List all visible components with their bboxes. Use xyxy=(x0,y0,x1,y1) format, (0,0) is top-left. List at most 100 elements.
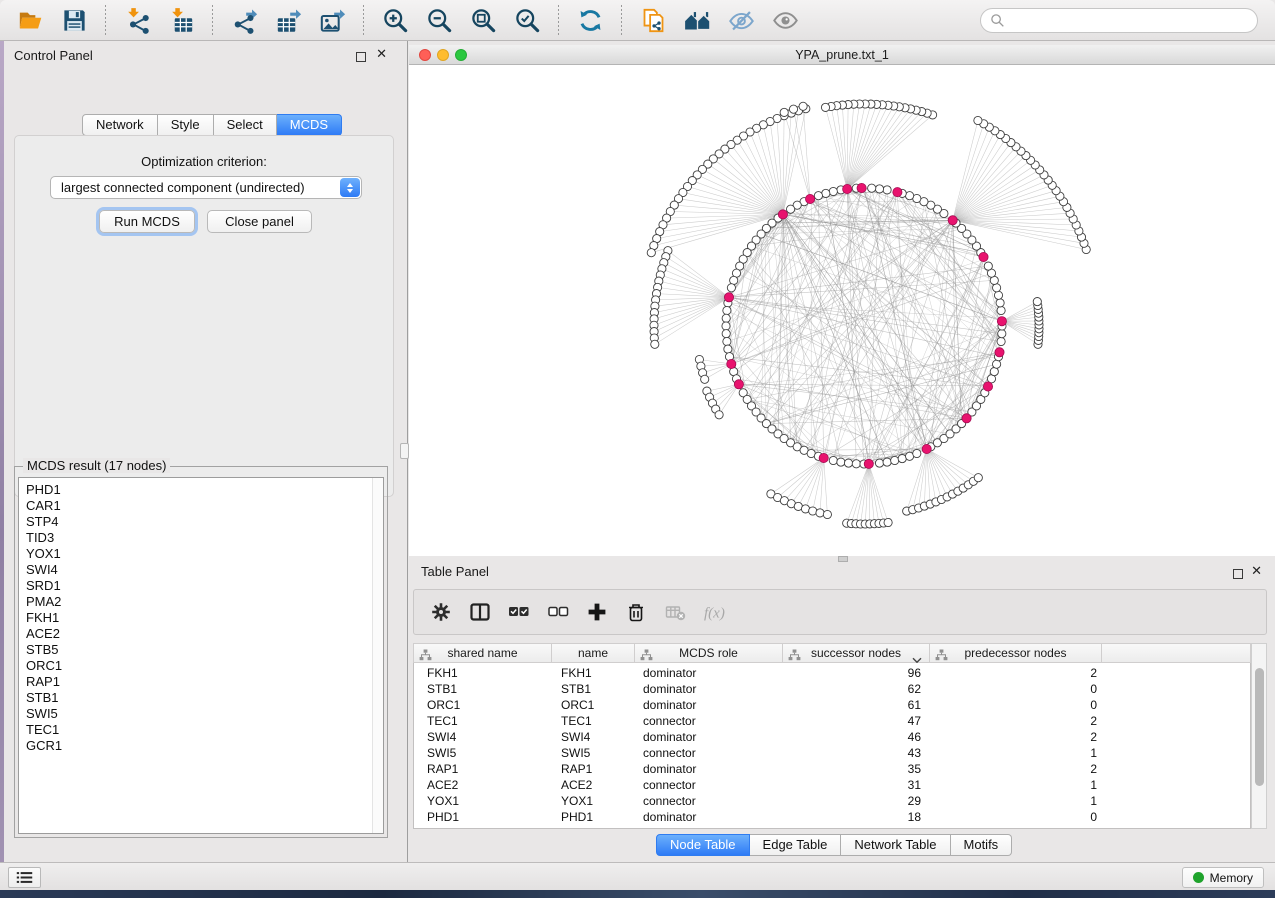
export-table-button[interactable] xyxy=(273,5,303,35)
table-row[interactable]: TEC1TEC1connector472 xyxy=(414,714,1250,730)
network-window: YPA_prune.txt_1 xyxy=(409,45,1275,556)
mcds-result-item[interactable]: ORC1 xyxy=(26,658,383,674)
mcds-result-item[interactable]: CAR1 xyxy=(26,498,383,514)
table-row[interactable]: FKH1FKH1dominator962 xyxy=(414,666,1250,682)
table-scrollbar-thumb[interactable] xyxy=(1255,668,1264,786)
column-header-MCDS-role[interactable]: MCDS role xyxy=(635,643,783,663)
import-table-button[interactable] xyxy=(166,5,196,35)
mcds-result-item[interactable]: TEC1 xyxy=(26,722,383,738)
mcds-result-item[interactable]: SWI5 xyxy=(26,706,383,722)
zoom-selected-button[interactable] xyxy=(512,5,542,35)
show-all-button[interactable] xyxy=(770,5,800,35)
mcds-result-item[interactable]: GCR1 xyxy=(26,738,383,754)
show-columns-button[interactable] xyxy=(469,601,491,623)
cell-mcds-role: connector xyxy=(636,794,784,810)
close-panel-button[interactable]: Close panel xyxy=(207,210,312,233)
duplicate-network-button[interactable] xyxy=(638,5,668,35)
cell-name: TEC1 xyxy=(553,714,636,730)
cell-successor-nodes: 29 xyxy=(784,794,931,810)
zoom-out-button[interactable] xyxy=(424,5,454,35)
column-label: shared name xyxy=(447,646,517,660)
tab-edge-table[interactable]: Edge Table xyxy=(750,834,842,856)
control-panel: Control Panel ✕ NetworkStyleSelectMCDS O… xyxy=(4,41,400,862)
table-scrollbar[interactable] xyxy=(1251,643,1267,829)
open-button[interactable] xyxy=(15,5,45,35)
import-network-button[interactable] xyxy=(122,5,152,35)
mcds-result-item[interactable]: STB5 xyxy=(26,642,383,658)
cell-name: SWI4 xyxy=(553,730,636,746)
mcds-result-scrollbar[interactable] xyxy=(372,478,383,833)
app-window: Control Panel ✕ NetworkStyleSelectMCDS O… xyxy=(0,0,1275,898)
column-header-successor-nodes[interactable]: successor nodes xyxy=(783,643,930,663)
maximize-window-icon[interactable] xyxy=(455,49,467,61)
mcds-result-item[interactable]: TID3 xyxy=(26,530,383,546)
column-header-name[interactable]: name xyxy=(552,643,635,663)
mcds-result-item[interactable]: STP4 xyxy=(26,514,383,530)
mcds-result-item[interactable]: RAP1 xyxy=(26,674,383,690)
mcds-result-list[interactable]: PHD1CAR1STP4TID3YOX1SWI4SRD1PMA2FKH1ACE2… xyxy=(18,477,384,834)
column-header-shared-name[interactable]: shared name xyxy=(413,643,552,663)
mcds-result-item[interactable]: YOX1 xyxy=(26,546,383,562)
table-row[interactable]: RAP1RAP1dominator352 xyxy=(414,762,1250,778)
dropdown-stepper-icon xyxy=(340,178,360,197)
network-canvas[interactable] xyxy=(409,65,1275,556)
delete-row-button[interactable] xyxy=(625,601,647,623)
tab-motifs[interactable]: Motifs xyxy=(951,834,1013,856)
mcds-result-item[interactable]: SRD1 xyxy=(26,578,383,594)
add-row-button[interactable] xyxy=(586,601,608,623)
toolbar-separator xyxy=(212,5,213,35)
search-input[interactable] xyxy=(1010,13,1248,29)
table-row[interactable]: STB1STB1dominator620 xyxy=(414,682,1250,698)
mcds-result-item[interactable]: PHD1 xyxy=(26,482,383,498)
close-window-icon[interactable] xyxy=(419,49,431,61)
mcds-result-item[interactable]: SWI4 xyxy=(26,562,383,578)
tab-network[interactable]: Network xyxy=(82,114,158,136)
column-header-predecessor-nodes[interactable]: predecessor nodes xyxy=(930,643,1102,663)
run-mcds-button[interactable]: Run MCDS xyxy=(99,210,195,233)
mcds-result-item[interactable]: ACE2 xyxy=(26,626,383,642)
refresh-button[interactable] xyxy=(575,5,605,35)
minimize-window-icon[interactable] xyxy=(437,49,449,61)
table-row[interactable]: SWI4SWI4dominator462 xyxy=(414,730,1250,746)
mcds-result-item[interactable]: PMA2 xyxy=(26,594,383,610)
zoom-fit-button[interactable] xyxy=(468,5,498,35)
table-settings-button[interactable] xyxy=(430,601,452,623)
close-panel-icon[interactable]: ✕ xyxy=(376,49,387,59)
cell-mcds-role: connector xyxy=(636,714,784,730)
table-row[interactable]: ORC1ORC1dominator610 xyxy=(414,698,1250,714)
tab-style[interactable]: Style xyxy=(158,114,214,136)
mcds-result-title: MCDS result (17 nodes) xyxy=(23,458,170,473)
network-graph[interactable] xyxy=(409,65,1275,556)
tab-network-table[interactable]: Network Table xyxy=(841,834,950,856)
close-table-panel-icon[interactable]: ✕ xyxy=(1251,566,1262,576)
status-list-button[interactable] xyxy=(8,867,41,888)
cell-name: STB1 xyxy=(553,682,636,698)
search-box xyxy=(980,8,1258,33)
save-button[interactable] xyxy=(59,5,89,35)
splitter-handle[interactable] xyxy=(400,443,409,459)
criterion-dropdown[interactable]: largest connected component (undirected) xyxy=(50,176,362,199)
table-row[interactable]: SWI5SWI5connector431 xyxy=(414,746,1250,762)
clear-selection-button[interactable] xyxy=(547,601,569,623)
first-neighbors-button[interactable] xyxy=(682,5,712,35)
table-row[interactable]: PHD1PHD1dominator180 xyxy=(414,810,1250,826)
table-row[interactable]: YOX1YOX1connector291 xyxy=(414,794,1250,810)
hide-selected-button[interactable] xyxy=(726,5,756,35)
export-image-button[interactable] xyxy=(317,5,347,35)
select-all-button[interactable] xyxy=(508,601,530,623)
table-splitter-handle[interactable] xyxy=(838,556,848,562)
mcds-result-item[interactable]: STB1 xyxy=(26,690,383,706)
tab-mcds[interactable]: MCDS xyxy=(277,114,342,136)
tab-select[interactable]: Select xyxy=(214,114,277,136)
panel-splitter[interactable] xyxy=(400,41,409,862)
tab-node-table[interactable]: Node Table xyxy=(656,834,750,856)
memory-status-dot xyxy=(1193,872,1204,883)
memory-button[interactable]: Memory xyxy=(1182,867,1264,888)
float-table-panel-icon[interactable] xyxy=(1233,566,1243,584)
zoom-in-button[interactable] xyxy=(380,5,410,35)
table-row[interactable]: ACE2ACE2connector311 xyxy=(414,778,1250,794)
cell-successor-nodes: 43 xyxy=(784,746,931,762)
mcds-result-item[interactable]: FKH1 xyxy=(26,610,383,626)
float-panel-icon[interactable] xyxy=(356,49,366,67)
export-network-button[interactable] xyxy=(229,5,259,35)
